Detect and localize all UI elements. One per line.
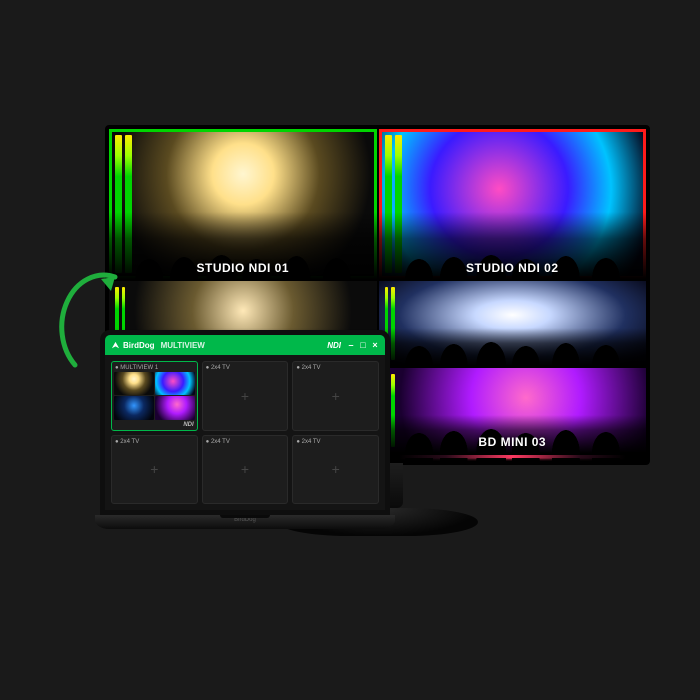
add-icon: + [332, 461, 340, 477]
feed-studio-ndi-01[interactable]: STUDIO NDI 01 [109, 129, 377, 279]
slot-2[interactable]: ● 2x4 TV + [202, 361, 289, 431]
slot-tag: ● 2x4 TV [206, 365, 230, 371]
feed-label: BD MINI 03 [478, 435, 546, 449]
feed-4[interactable] [379, 281, 647, 366]
control-laptop: BirdDog MULTIVIEW NDI – □ × ● MULTIVIEW … [95, 330, 395, 529]
slot-tag: ● 2x4 TV [296, 365, 320, 371]
add-icon: + [241, 461, 249, 477]
slot-tag: ● 2x4 TV [115, 439, 139, 445]
slot-tag: ● 2x4 TV [206, 439, 230, 445]
slot-3[interactable]: ● 2x4 TV + [292, 361, 379, 431]
slot-1[interactable]: ● MULTIVIEW 1 NDI [111, 361, 198, 431]
slot-5[interactable]: ● 2x4 TV + [202, 435, 289, 505]
slot-4[interactable]: ● 2x4 TV + [111, 435, 198, 505]
feed-label: STUDIO NDI 02 [466, 261, 559, 275]
slot-6[interactable]: ● 2x4 TV + [292, 435, 379, 505]
brand-text: BirdDog [123, 341, 155, 350]
laptop-base: BirdDog [95, 515, 395, 529]
feed-studio-ndi-02[interactable]: STUDIO NDI 02 [379, 129, 647, 279]
add-icon: + [150, 461, 158, 477]
app-name: MULTIVIEW [161, 341, 205, 350]
laptop-brand: BirdDog [234, 517, 256, 523]
slot-tag: ● 2x4 TV [296, 439, 320, 445]
window-minimize-button[interactable]: – [347, 340, 355, 350]
laptop-screen: BirdDog MULTIVIEW NDI – □ × ● MULTIVIEW … [100, 330, 390, 515]
app-titlebar: BirdDog MULTIVIEW NDI – □ × [105, 335, 385, 355]
birddog-icon [111, 341, 120, 350]
window-maximize-button[interactable]: □ [359, 340, 367, 350]
ndi-badge: NDI [327, 341, 341, 350]
brand-logo: BirdDog [111, 341, 155, 350]
multiview-slots: ● MULTIVIEW 1 NDI ● 2x4 TV + ● 2x4 TV + … [105, 355, 385, 510]
window-close-button[interactable]: × [371, 340, 379, 350]
feed-label: STUDIO NDI 01 [196, 261, 289, 275]
add-icon: + [332, 388, 340, 404]
slot-ndi-badge: NDI [183, 422, 193, 428]
add-icon: + [241, 388, 249, 404]
feed-8[interactable] [379, 455, 647, 461]
slot-tag: ● MULTIVIEW 1 [115, 365, 158, 371]
feed-bd-mini-03[interactable]: BD MINI 03 [379, 368, 647, 453]
